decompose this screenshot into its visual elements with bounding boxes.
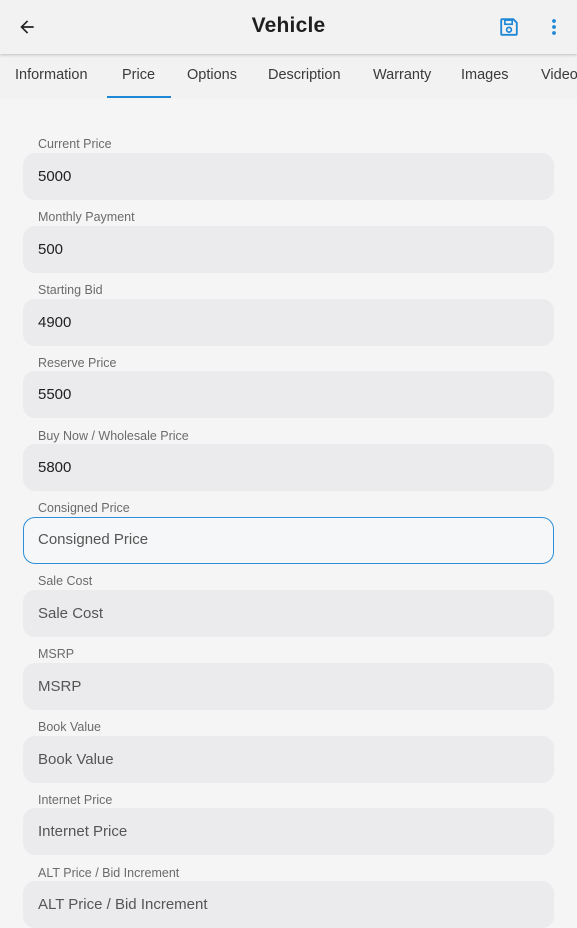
consigned-price-label: Consigned Price — [38, 501, 130, 515]
save-button[interactable] — [496, 14, 522, 40]
internet-price-label: Internet Price — [38, 793, 113, 807]
tab-price[interactable]: Price — [122, 54, 155, 99]
buy-now-wholesale-price-field[interactable]: 5800 — [23, 444, 554, 491]
page-title: Vehicle — [251, 14, 326, 37]
reserve-price-field[interactable]: 5500 — [23, 371, 554, 418]
more-options-button[interactable] — [543, 14, 565, 40]
tab-information[interactable]: Information — [15, 54, 88, 99]
alt-price-bid-increment-field[interactable]: ALT Price / Bid Increment — [23, 881, 554, 928]
starting-bid-label: Starting Bid — [38, 283, 103, 297]
monthly-payment-field[interactable]: 500 — [23, 226, 554, 273]
floppy-disk-icon — [500, 18, 518, 36]
book-value-field[interactable]: Book Value — [23, 736, 554, 783]
tab-warranty[interactable]: Warranty — [373, 54, 431, 99]
starting-bid-field[interactable]: 4900 — [23, 299, 554, 346]
current-price-label: Current Price — [38, 137, 112, 151]
tab-options[interactable]: Options — [187, 54, 237, 99]
msrp-field[interactable]: MSRP — [23, 663, 554, 710]
book-value-label: Book Value — [38, 720, 102, 734]
tab-images[interactable]: Images — [461, 54, 509, 99]
tab-description[interactable]: Description — [268, 54, 341, 99]
msrp-label: MSRP — [38, 647, 75, 661]
sale-cost-label: Sale Cost — [38, 574, 93, 588]
sale-cost-field[interactable]: Sale Cost — [23, 590, 554, 637]
buy-now-wholesale-price-label: Buy Now / Wholesale Price — [38, 429, 189, 443]
consigned-price-field[interactable]: Consigned Price — [23, 517, 554, 564]
alt-price-bid-increment-label: ALT Price / Bid Increment — [38, 866, 180, 880]
more-vertical-icon — [552, 19, 556, 35]
current-price-field[interactable]: 5000 — [23, 153, 554, 200]
app-bar: Vehicle — [0, 0, 577, 54]
internet-price-field[interactable]: Internet Price — [23, 808, 554, 855]
reserve-price-label: Reserve Price — [38, 356, 117, 370]
tab-bar: Information Price Options Description Wa… — [0, 54, 577, 99]
monthly-payment-label: Monthly Payment — [38, 210, 135, 224]
selected-tab-indicator — [107, 96, 171, 98]
tab-video[interactable]: Video — [541, 54, 577, 99]
